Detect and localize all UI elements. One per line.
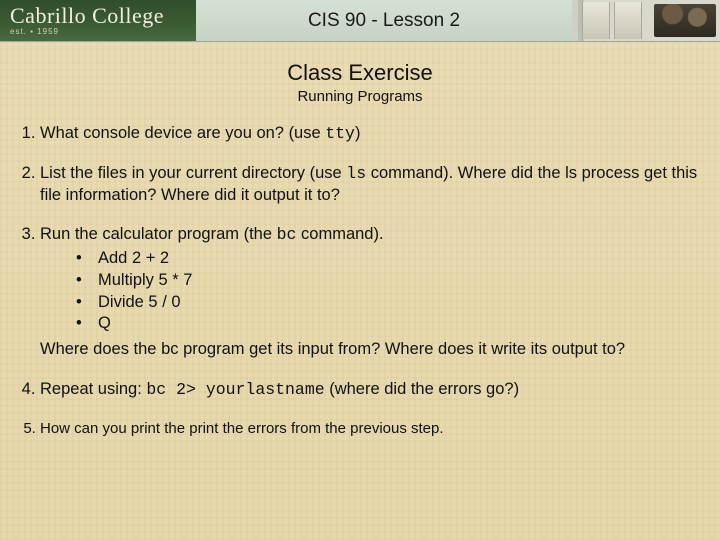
question-1: What console device are you on? (use tty…: [40, 123, 706, 145]
question-4: Repeat using: bc 2> yourlastname (where …: [40, 379, 706, 401]
header-photo-people: [654, 4, 716, 37]
question-5: How can you print the print the errors f…: [40, 419, 706, 439]
logo-est: est. ▪ 1959: [10, 28, 196, 36]
question-2: List the files in your current directory…: [40, 163, 706, 207]
q4-cmd: bc 2> yourlastname: [146, 380, 324, 399]
q3-text-b: command).: [296, 225, 383, 243]
q5-text-a: How can you print the print the errors f…: [40, 420, 444, 437]
q4-text-a: Repeat using:: [40, 380, 146, 398]
header-banner: Cabrillo College est. ▪ 1959 CIS 90 - Le…: [0, 0, 720, 42]
q3-sub-2: Multiply 5 * 7: [76, 270, 700, 292]
slide-content: Class Exercise Running Programs What con…: [0, 42, 720, 438]
course-title-strip: CIS 90 - Lesson 2: [196, 0, 572, 41]
q3-tail: Where does the bc program get its input …: [40, 339, 700, 361]
q2-text-a: List the files in your current directory…: [40, 164, 346, 182]
course-title: CIS 90 - Lesson 2: [308, 10, 460, 32]
exercise-subtitle: Running Programs: [14, 88, 706, 105]
college-logo: Cabrillo College est. ▪ 1959: [0, 0, 196, 41]
q1-text-a: What console device are you on? (use: [40, 124, 325, 142]
header-photo: [572, 0, 720, 41]
q3-text-a: Run the calculator program (the: [40, 225, 277, 243]
q3-sub-4: Q: [76, 313, 700, 335]
q1-cmd: tty: [325, 124, 355, 143]
question-3: Run the calculator program (the bc comma…: [40, 224, 706, 361]
logo-text: Cabrillo College: [10, 5, 196, 27]
q1-text-b: ): [355, 124, 361, 142]
exercise-title: Class Exercise: [14, 60, 706, 86]
q4-text-b: (where did the errors go?): [325, 380, 519, 398]
q2-cmd: ls: [346, 164, 366, 183]
q3-cmd: bc: [277, 225, 297, 244]
q3-sublist: Add 2 + 2 Multiply 5 * 7 Divide 5 / 0 Q: [76, 248, 700, 335]
question-list: What console device are you on? (use tty…: [14, 123, 706, 438]
q3-sub-3: Divide 5 / 0: [76, 292, 700, 314]
q3-sub-1: Add 2 + 2: [76, 248, 700, 270]
